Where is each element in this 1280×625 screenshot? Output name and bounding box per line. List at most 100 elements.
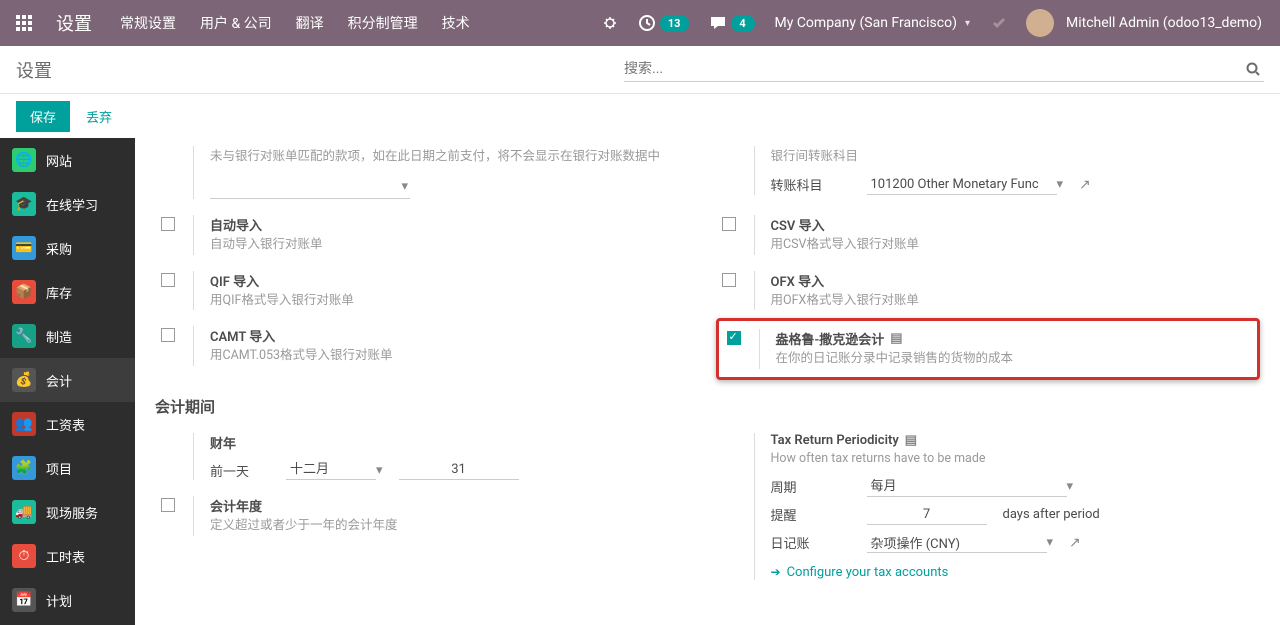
fy-lastday-label: 前一天 [210, 461, 270, 480]
company-selector[interactable]: My Company (San Francisco) ▾ [765, 15, 980, 31]
cart-icon: 💳 [12, 236, 36, 260]
doc-icon[interactable]: ▤ [905, 433, 917, 448]
menu-translate[interactable]: 翻译 [284, 13, 336, 33]
csv-import-title: CSV 导入 [771, 215, 1261, 234]
message-badge: 4 [731, 15, 755, 32]
tax-reminder-input[interactable] [867, 505, 987, 525]
fiscal-years-desc: 定义超过或者少于一年的会计年度 [210, 517, 700, 536]
search-input[interactable] [624, 61, 1242, 77]
sidebar-item-label: 制造 [46, 327, 72, 346]
transfer-account-label: 转账科目 [771, 175, 851, 194]
top-navbar: 设置 常规设置 用户 & 公司 翻译 积分制管理 技术 13 4 My Comp… [0, 0, 1280, 46]
menu-users[interactable]: 用户 & 公司 [188, 13, 284, 33]
wrench-icon: 🔧 [12, 324, 36, 348]
sidebar-item-label: 工时表 [46, 547, 85, 566]
sidebar-item-label: 计划 [46, 591, 72, 610]
company-name: My Company (San Francisco) [775, 15, 957, 31]
csv-import-checkbox[interactable] [722, 217, 736, 231]
arrow-right-icon: ➔ [771, 565, 781, 579]
ofx-import-desc: 用OFX格式导入银行对账单 [771, 292, 1261, 311]
tools-icon[interactable] [980, 15, 1016, 31]
sidebar-item-label: 网站 [46, 151, 72, 170]
tax-journal-label: 日记账 [771, 533, 851, 552]
save-button[interactable]: 保存 [16, 101, 70, 132]
camt-import-desc: 用CAMT.053格式导入银行对账单 [210, 347, 700, 366]
settings-sidebar: 🌐 网站 🎓 在线学习 💳 采购 📦 库存 🔧 制造 💰 会计 👥 工资表 � [0, 138, 135, 625]
activity-indicator[interactable]: 13 [628, 14, 699, 32]
chevron-down-icon: ▾ [1057, 177, 1064, 192]
bank-threshold-input[interactable]: ▾ [210, 175, 410, 199]
chevron-down-icon: ▾ [1047, 535, 1054, 550]
user-menu[interactable]: Mitchell Admin (odoo13_demo) [1016, 9, 1272, 37]
discard-button[interactable]: 丢弃 [82, 101, 116, 132]
chevron-down-icon: ▾ [376, 463, 383, 478]
sidebar-item-label: 采购 [46, 239, 72, 258]
messaging-indicator[interactable]: 4 [699, 14, 765, 32]
sidebar-item-label: 会计 [46, 371, 72, 390]
debug-icon[interactable] [592, 15, 628, 31]
sidebar-item-elearning[interactable]: 🎓 在线学习 [0, 182, 135, 226]
auto-import-title: 自动导入 [210, 215, 700, 234]
interbank-desc: 银行间转账科目 [771, 148, 1261, 167]
people-icon: 👥 [12, 412, 36, 436]
avatar [1026, 9, 1054, 37]
configure-tax-link[interactable]: ➔ Configure your tax accounts [771, 565, 1261, 580]
menu-points[interactable]: 积分制管理 [336, 13, 430, 33]
sidebar-item-label: 项目 [46, 459, 72, 478]
menu-technical[interactable]: 技术 [430, 13, 482, 33]
tax-journal-select[interactable] [867, 533, 1047, 553]
anglo-saxon-desc: 在你的日记账分录中记录销售的货物的成本 [776, 350, 1250, 369]
sidebar-item-accounting[interactable]: 💰 会计 [0, 358, 135, 402]
app-brand[interactable]: 设置 [40, 10, 108, 36]
section-fiscal-periods: 会计期间 [155, 380, 1260, 425]
external-link-icon[interactable]: ↗ [1079, 177, 1091, 193]
tax-reminder-label: 提醒 [771, 505, 851, 524]
sidebar-item-project[interactable]: 🧩 项目 [0, 446, 135, 490]
sidebar-item-website[interactable]: 🌐 网站 [0, 138, 135, 182]
bank-threshold-desc: 未与银行对账单匹配的款项，如在此日期之前支付，将不会显示在银行对账数据中 [210, 148, 700, 167]
graduation-icon: 🎓 [12, 192, 36, 216]
page-title: 设置 [16, 57, 52, 83]
sidebar-item-manufacturing[interactable]: 🔧 制造 [0, 314, 135, 358]
fiscal-years-checkbox[interactable] [161, 498, 175, 512]
sidebar-item-purchase[interactable]: 💳 采购 [0, 226, 135, 270]
calendar-icon: 📅 [12, 588, 36, 612]
sidebar-item-planning[interactable]: 📅 计划 [0, 578, 135, 622]
doc-icon[interactable]: ▤ [890, 331, 902, 346]
apps-grid-icon[interactable] [8, 15, 40, 31]
control-panel: 设置 [0, 46, 1280, 94]
auto-import-checkbox[interactable] [161, 217, 175, 231]
sidebar-item-payroll[interactable]: 👥 工资表 [0, 402, 135, 446]
sidebar-item-timesheet[interactable]: ⏱ 工时表 [0, 534, 135, 578]
highlight-box: 盎格鲁-撒克逊会计 ▤ 在你的日记账分录中记录销售的货物的成本 [716, 318, 1261, 380]
tax-period-label: 周期 [771, 477, 851, 496]
sidebar-item-label: 现场服务 [46, 503, 98, 522]
tax-reminder-suffix: days after period [1003, 507, 1100, 522]
transfer-account-select[interactable] [867, 175, 1057, 195]
clock-icon: ⏱ [12, 544, 36, 568]
external-link-icon[interactable]: ↗ [1069, 535, 1081, 551]
tax-period-select[interactable]: 每月 [867, 477, 1067, 497]
camt-import-checkbox[interactable] [161, 328, 175, 342]
search-wrap [624, 57, 1264, 82]
box-icon: 📦 [12, 280, 36, 304]
auto-import-desc: 自动导入银行对账单 [210, 236, 700, 255]
anglo-saxon-checkbox[interactable] [727, 331, 741, 345]
sidebar-item-fieldservice[interactable]: 🚚 现场服务 [0, 490, 135, 534]
search-icon[interactable] [1242, 62, 1264, 76]
menu-general[interactable]: 常规设置 [108, 13, 188, 33]
qif-import-checkbox[interactable] [161, 273, 175, 287]
anglo-saxon-title: 盎格鲁-撒克逊会计 ▤ [776, 329, 1250, 348]
globe-icon: 🌐 [12, 148, 36, 172]
money-icon: 💰 [12, 368, 36, 392]
fy-day-input[interactable] [399, 460, 519, 480]
puzzle-icon: 🧩 [12, 456, 36, 480]
fy-month-select[interactable]: 十二月 [286, 460, 376, 480]
sidebar-item-label: 工资表 [46, 415, 85, 434]
tax-return-desc: How often tax returns have to be made [771, 450, 1261, 469]
main-layout: 🌐 网站 🎓 在线学习 💳 采购 📦 库存 🔧 制造 💰 会计 👥 工资表 � [0, 138, 1280, 625]
ofx-import-checkbox[interactable] [722, 273, 736, 287]
qif-import-title: QIF 导入 [210, 271, 700, 290]
user-name: Mitchell Admin (odoo13_demo) [1066, 15, 1262, 31]
sidebar-item-inventory[interactable]: 📦 库存 [0, 270, 135, 314]
